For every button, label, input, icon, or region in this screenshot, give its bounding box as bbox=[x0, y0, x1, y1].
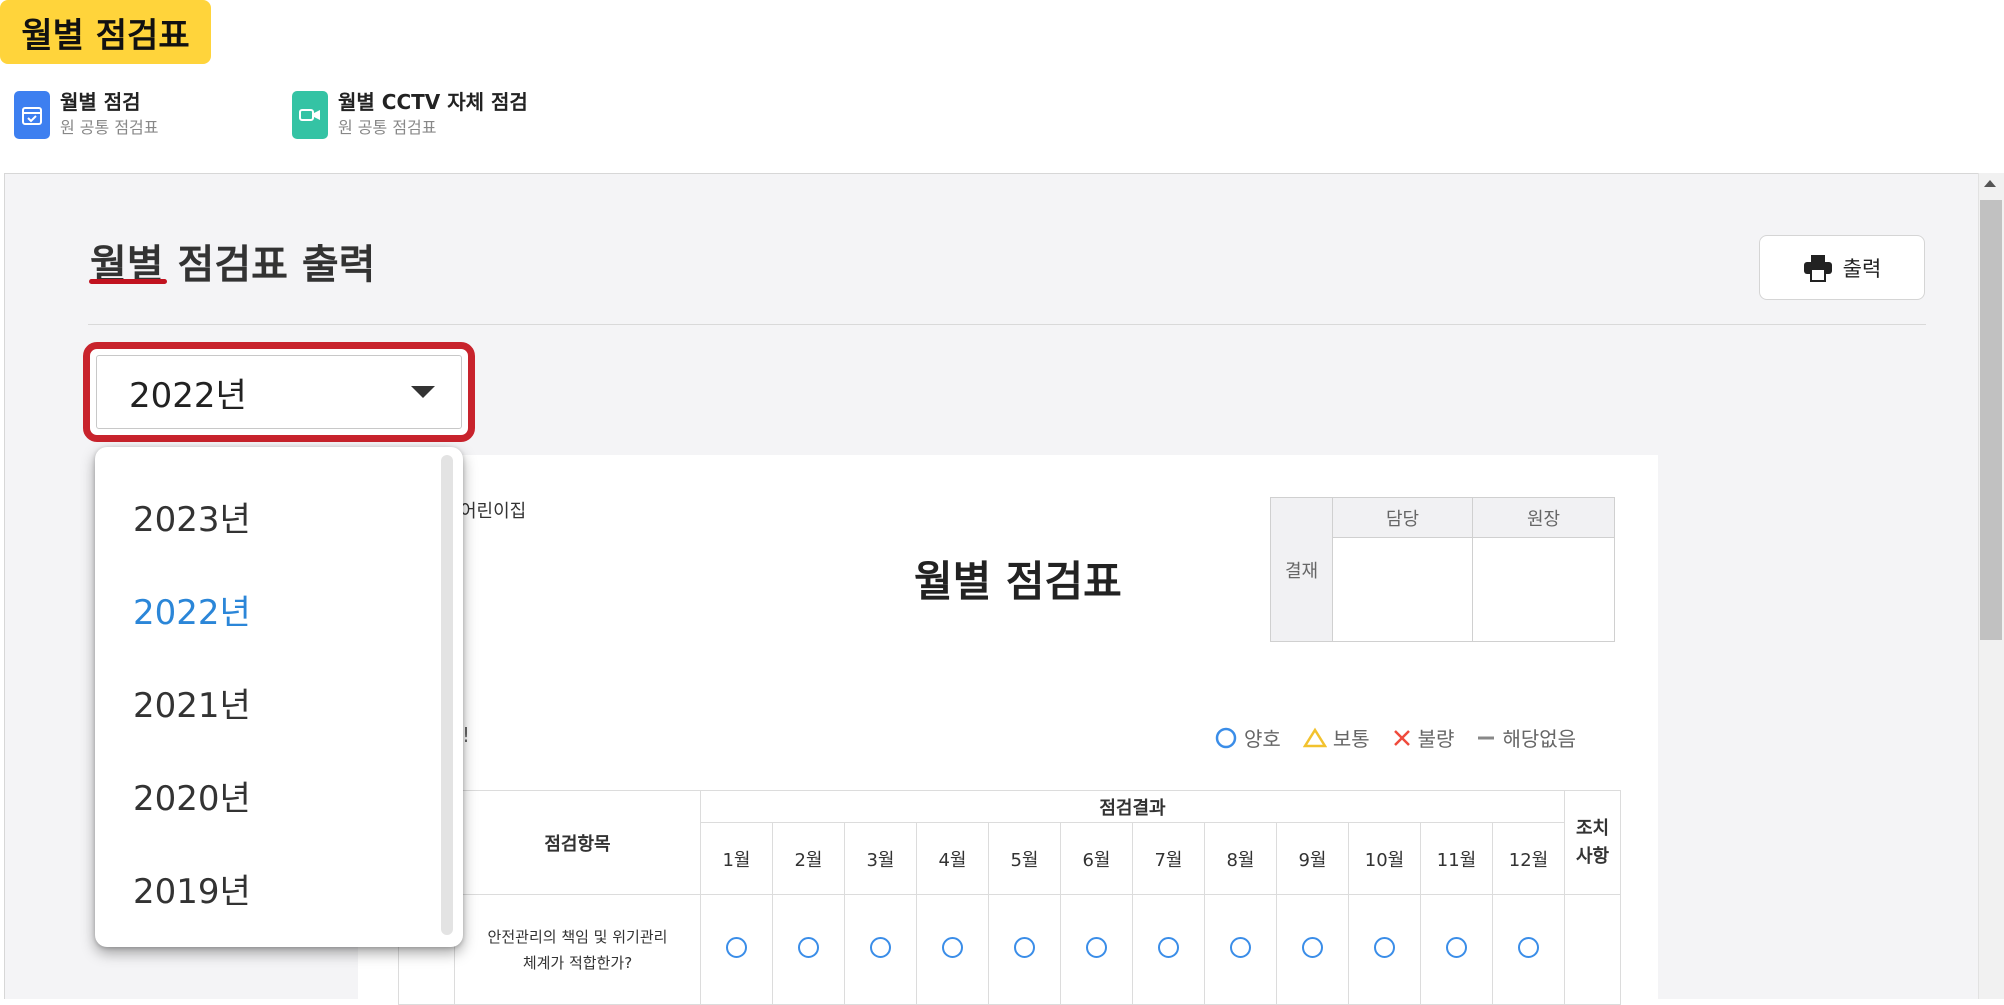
divider bbox=[88, 324, 1926, 325]
year-option[interactable]: 2020년 bbox=[133, 771, 251, 820]
print-button[interactable]: 출력 bbox=[1759, 235, 1925, 300]
circle-icon bbox=[1230, 936, 1251, 958]
legend-item-na: 해당없음 bbox=[1476, 723, 1576, 752]
month-header: 11월 bbox=[1420, 822, 1493, 895]
result-cell[interactable] bbox=[988, 894, 1061, 1005]
year-option[interactable]: 2021년 bbox=[133, 678, 251, 727]
circle-icon bbox=[1518, 936, 1539, 958]
circle-icon bbox=[1086, 936, 1107, 958]
circle-icon bbox=[798, 936, 819, 958]
month-header: 2월 bbox=[772, 822, 845, 895]
month-header: 8월 bbox=[1204, 822, 1277, 895]
tab-title: 월별 점검 bbox=[60, 90, 141, 114]
cross-icon bbox=[1393, 729, 1410, 746]
result-cell[interactable] bbox=[1492, 894, 1565, 1005]
month-header: 5월 bbox=[988, 822, 1061, 895]
year-dropdown-menu: 2023년 2022년 2021년 2020년 2019년 bbox=[95, 447, 463, 947]
result-cell[interactable] bbox=[1060, 894, 1133, 1005]
legend: 양호 보통 불량 해당없음 bbox=[1214, 723, 1576, 752]
result-cell[interactable] bbox=[700, 894, 773, 1005]
result-cell[interactable] bbox=[1348, 894, 1421, 1005]
action-header: 조치 사항 bbox=[1564, 790, 1621, 895]
year-select-value: 2022년 bbox=[129, 375, 247, 416]
daycare-name: 어린이집 bbox=[460, 501, 527, 522]
legend-item-normal: 보통 bbox=[1302, 723, 1370, 752]
item-header: 점검항목 bbox=[454, 790, 701, 895]
tab-monthly-check[interactable]: 월별 점검 원 공통 점검표 bbox=[14, 88, 159, 140]
printer-icon bbox=[1803, 254, 1832, 282]
triangle-icon bbox=[1302, 727, 1327, 747]
legend-item-good: 양호 bbox=[1214, 723, 1281, 752]
print-label: 출력 bbox=[1842, 256, 1882, 281]
action-cell[interactable] bbox=[1564, 894, 1621, 1005]
month-header: 10월 bbox=[1348, 822, 1421, 895]
circle-icon bbox=[1158, 936, 1179, 958]
approval-sign-staff bbox=[1332, 537, 1473, 642]
legend-item-bad: 불량 bbox=[1392, 723, 1454, 752]
result-cell[interactable] bbox=[1276, 894, 1349, 1005]
circle-icon bbox=[1446, 936, 1467, 958]
inspection-table: 점검항목 점검결과 조치 사항 1월 2월 3월 4월 5월 6월 7월 8월 9월 10월 11월… bbox=[398, 790, 1621, 1005]
tab-cctv-check[interactable]: 월별 CCTV 자체 점검 원 공통 점검표 bbox=[292, 88, 528, 140]
result-cell[interactable] bbox=[772, 894, 845, 1005]
approval-sign-director bbox=[1472, 537, 1615, 642]
approval-col-staff: 담당 bbox=[1332, 497, 1473, 538]
dash-icon bbox=[1478, 736, 1495, 739]
approval-col-director: 원장 bbox=[1472, 497, 1615, 538]
year-option-selected[interactable]: 2022년 bbox=[133, 585, 251, 634]
tab-title: 월별 CCTV 자체 점검 bbox=[338, 90, 528, 114]
result-cell[interactable] bbox=[916, 894, 989, 1005]
month-header: 6월 bbox=[1060, 822, 1133, 895]
month-header: 12월 bbox=[1492, 822, 1565, 895]
month-header: 9월 bbox=[1276, 822, 1349, 895]
circle-icon bbox=[1302, 936, 1323, 958]
inspection-item: 안전관리의 책임 및 위기관리 체계가 적합한가? bbox=[454, 894, 701, 1005]
year-select[interactable]: 2022년 bbox=[96, 355, 462, 429]
calendar-check-icon bbox=[14, 91, 50, 139]
circle-icon bbox=[1215, 727, 1237, 748]
circle-icon bbox=[726, 936, 747, 958]
result-cell[interactable] bbox=[1132, 894, 1205, 1005]
dropdown-scrollbar[interactable] bbox=[441, 455, 453, 935]
year-option[interactable]: 2019년 bbox=[133, 864, 251, 913]
year-option[interactable]: 2023년 bbox=[133, 492, 251, 541]
circle-icon bbox=[1014, 936, 1035, 958]
result-header: 점검결과 bbox=[700, 790, 1565, 823]
month-header: 1월 bbox=[700, 822, 773, 895]
scroll-up-arrow-icon[interactable] bbox=[1984, 180, 1996, 187]
tab-subtitle: 원 공통 점검표 bbox=[60, 118, 159, 137]
title-underline bbox=[89, 279, 167, 284]
chevron-down-icon[interactable] bbox=[411, 386, 435, 398]
video-camera-icon bbox=[292, 91, 328, 139]
page-badge: 월별 점검표 bbox=[0, 0, 211, 64]
partial-mark: ! bbox=[462, 723, 471, 747]
month-header: 3월 bbox=[844, 822, 917, 895]
approval-table: 결재 담당 원장 bbox=[1270, 497, 1615, 642]
month-header: 7월 bbox=[1132, 822, 1205, 895]
result-cell[interactable] bbox=[1204, 894, 1277, 1005]
approval-row-label: 결재 bbox=[1270, 497, 1333, 642]
result-cell[interactable] bbox=[844, 894, 917, 1005]
year-select-highlight: 2022년 bbox=[83, 342, 475, 442]
month-header: 4월 bbox=[916, 822, 989, 895]
circle-icon bbox=[942, 936, 963, 958]
sheet-title: 월별 점검표 bbox=[914, 557, 1122, 606]
result-cell[interactable] bbox=[1420, 894, 1493, 1005]
circle-icon bbox=[870, 936, 891, 958]
circle-icon bbox=[1374, 936, 1395, 958]
tab-subtitle: 원 공통 점검표 bbox=[338, 118, 437, 137]
page-scrollbar-thumb[interactable] bbox=[1980, 200, 2002, 640]
